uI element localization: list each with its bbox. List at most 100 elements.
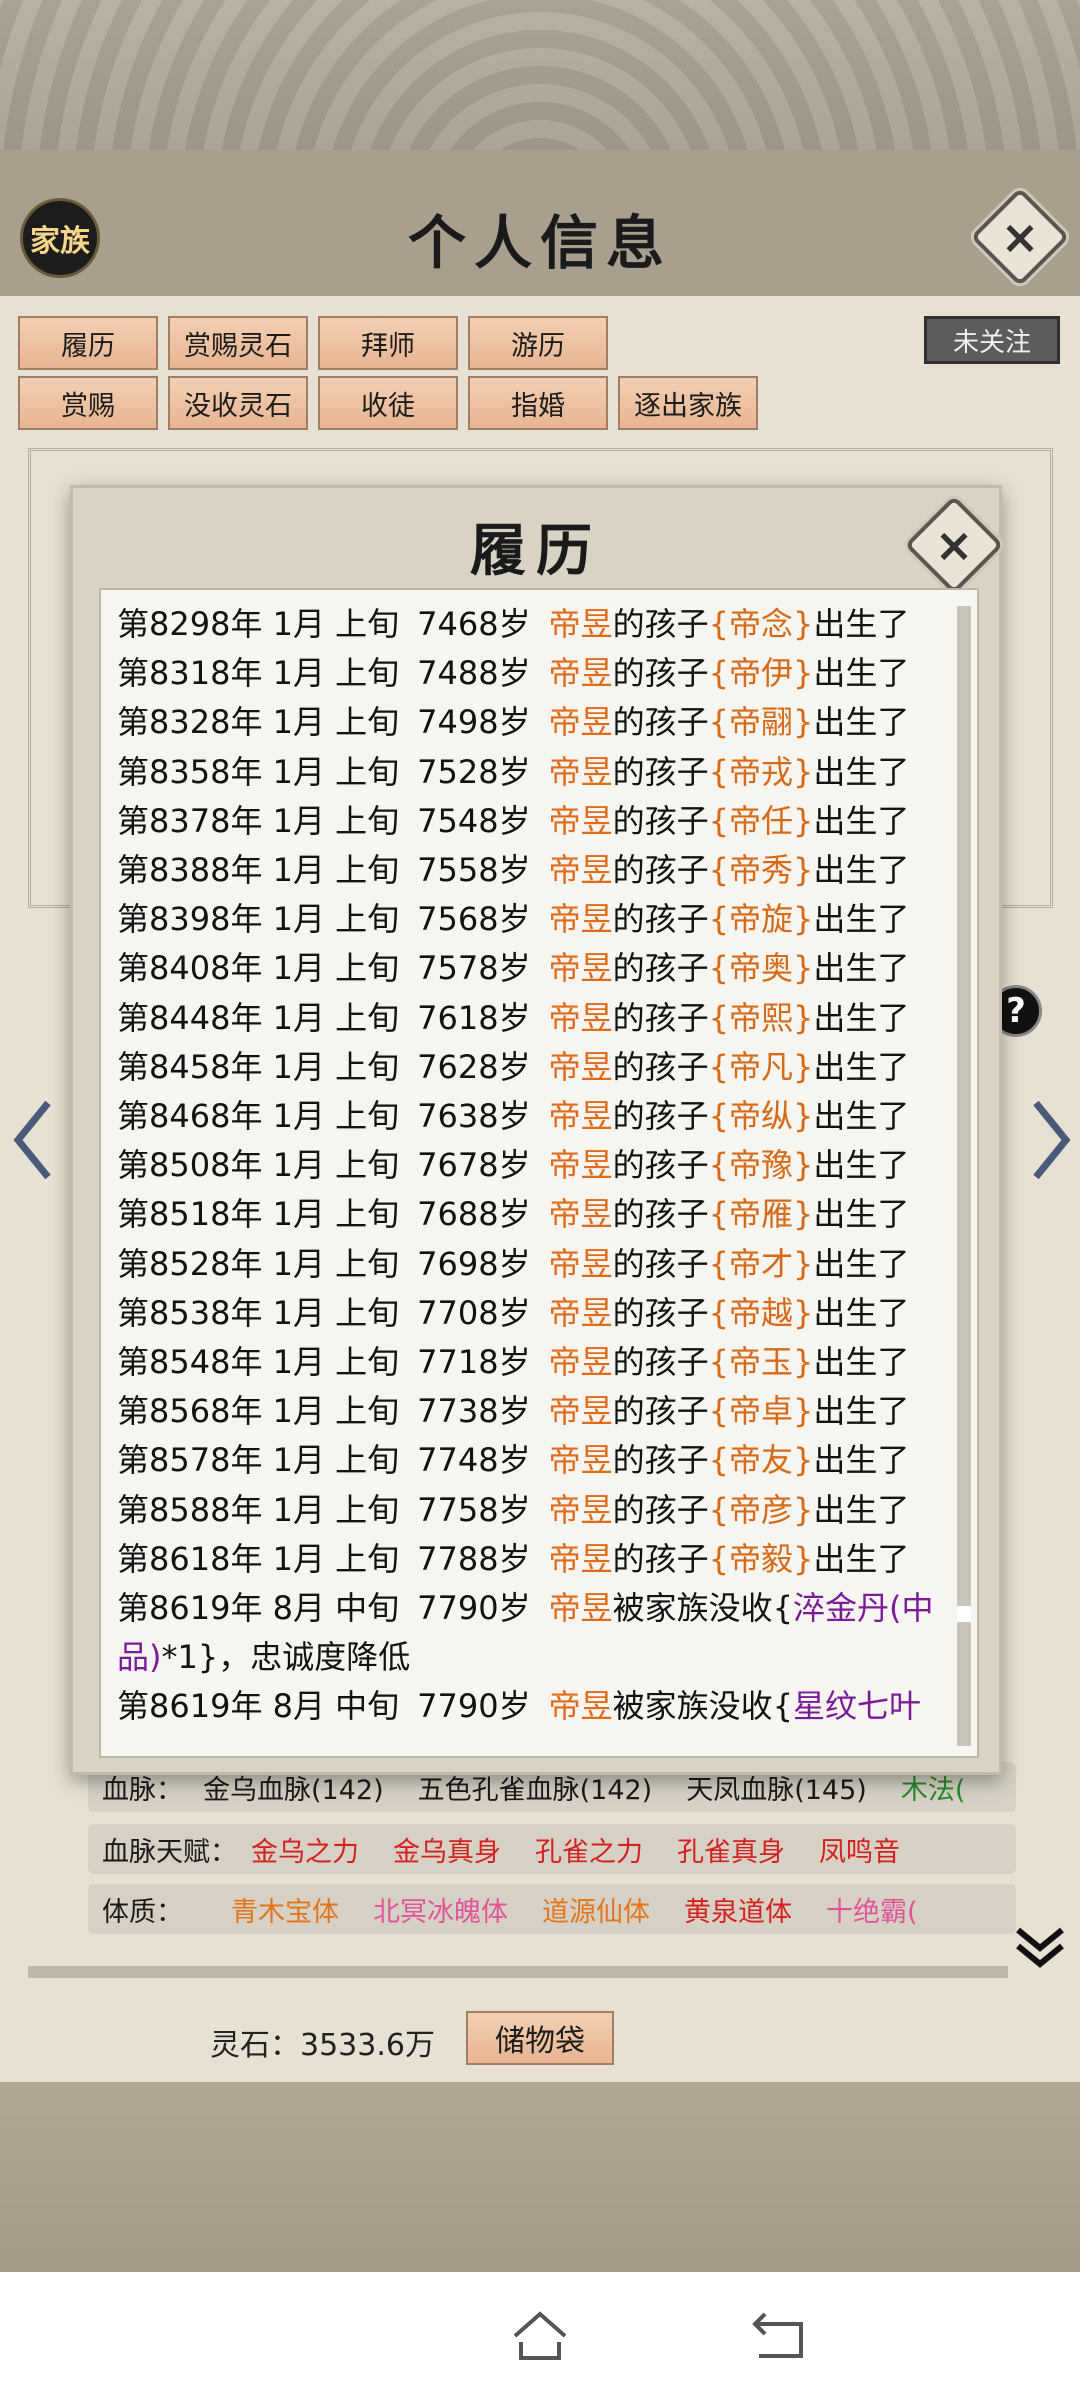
log-age: 7678岁 xyxy=(417,1146,531,1185)
log-name: 帝昱 xyxy=(548,605,613,643)
log-age: 7528岁 xyxy=(417,752,531,791)
log-text: 的孩子 xyxy=(612,1490,709,1529)
history-modal: 履历 × 第8298年 1月 上旬 7468岁 帝昱的孩子{帝念}出生了 第8318年… xyxy=(70,485,1004,1775)
take-apprentice-button[interactable]: 收徒 xyxy=(318,376,458,430)
log-entry-confiscation: 第8619年 8月 中旬 7790岁 帝昱被家族没收{淬金丹(中品)*1}，忠诚度降… xyxy=(117,1584,947,1682)
storage-bag-button[interactable]: 储物袋 xyxy=(466,2011,614,2065)
log-age: 7578岁 xyxy=(417,949,531,988)
scrollbar-thumb[interactable] xyxy=(957,1606,971,1622)
expel-button[interactable]: 逐出家族 xyxy=(618,376,758,430)
log-date: 第8448年 1月 上旬 xyxy=(117,998,400,1037)
log-date: 第8619年 8月 中旬 xyxy=(117,1687,400,1726)
next-arrow-icon[interactable] xyxy=(1026,1095,1076,1185)
log-end: 出生了 xyxy=(813,1490,910,1529)
log-end: 出生了 xyxy=(813,1244,910,1283)
vertical-scrollbar[interactable] xyxy=(957,606,971,1746)
log-child: {帝念} xyxy=(708,605,814,643)
log-date: 第8458年 1月 上旬 xyxy=(117,1047,400,1086)
family-badge-button[interactable]: 家族 xyxy=(20,198,100,278)
log-end: 出生了 xyxy=(813,703,910,742)
log-age: 7548岁 xyxy=(417,801,531,840)
home-icon[interactable] xyxy=(505,2302,575,2372)
physique-item: 黄泉道体 xyxy=(684,1896,792,1928)
log-child: {帝豫} xyxy=(708,1146,814,1185)
log-age: 7788岁 xyxy=(417,1539,531,1578)
bottom-decoration xyxy=(0,2082,1080,2272)
system-nav-bar xyxy=(0,2272,1080,2400)
log-child: {帝凡} xyxy=(708,1047,814,1086)
log-child: {帝卓} xyxy=(708,1392,814,1431)
physique-label: 体质： xyxy=(102,1896,183,1928)
log-text: 的孩子 xyxy=(612,851,709,890)
log-age: 7758岁 xyxy=(417,1490,531,1529)
close-icon: × xyxy=(934,518,974,572)
log-child: {帝旋} xyxy=(708,900,814,939)
log-end: 出生了 xyxy=(813,1343,910,1382)
log-entry: 第8528年 1月 上旬 7698岁 帝昱的孩子{帝才}出生了 xyxy=(117,1240,947,1289)
follow-button[interactable]: 未关注 xyxy=(924,316,1060,364)
talent-item: 金乌真身 xyxy=(393,1836,501,1868)
log-age: 7748岁 xyxy=(417,1441,531,1480)
talent-row: 血脉天赋： 金乌之力 金乌真身 孔雀之力 孔雀真身 凤鸣音 xyxy=(88,1824,1016,1874)
log-entry: 第8508年 1月 上旬 7678岁 帝昱的孩子{帝豫}出生了 xyxy=(117,1141,947,1190)
log-age: 7790岁 xyxy=(417,1687,531,1726)
log-name: 帝昱 xyxy=(548,1195,613,1234)
modal-title: 履历 xyxy=(470,518,602,584)
log-end: 出生了 xyxy=(813,1146,910,1185)
log-text: 的孩子 xyxy=(612,1195,709,1234)
log-list: 第8298年 1月 上旬 7468岁 帝昱的孩子{帝念}出生了 第8318年 1月 上… xyxy=(117,600,947,1750)
log-end: 出生了 xyxy=(813,1539,910,1578)
log-date: 第8318年 1月 上旬 xyxy=(117,654,400,693)
history-button[interactable]: 履历 xyxy=(18,316,158,370)
talent-item: 凤鸣音 xyxy=(819,1836,900,1868)
log-name: 帝昱 xyxy=(548,851,613,890)
history-log[interactable]: 第8298年 1月 上旬 7468岁 帝昱的孩子{帝念}出生了 第8318年 1月 上… xyxy=(99,588,979,1758)
log-end: *1}，忠诚度降低 xyxy=(161,1638,411,1677)
spirit-stone-count: 灵石：3533.6万 xyxy=(210,2028,435,2063)
expand-chevron-icon[interactable] xyxy=(1012,1916,1068,1972)
log-entry: 第8568年 1月 上旬 7738岁 帝昱的孩子{帝卓}出生了 xyxy=(117,1387,947,1436)
log-text: 的孩子 xyxy=(612,1392,709,1431)
log-name: 帝昱 xyxy=(548,801,613,840)
log-age: 7628岁 xyxy=(417,1047,531,1086)
log-text: 的孩子 xyxy=(612,1293,709,1332)
log-name: 帝昱 xyxy=(548,1539,613,1578)
log-name: 帝昱 xyxy=(548,1589,613,1628)
log-name: 帝昱 xyxy=(548,703,613,742)
log-entry: 第8318年 1月 上旬 7488岁 帝昱的孩子{帝伊}出生了 xyxy=(117,649,947,698)
log-text: 的孩子 xyxy=(612,1146,709,1185)
arrange-marriage-button[interactable]: 指婚 xyxy=(468,376,608,430)
log-entry-confiscation: 第8619年 8月 中旬 7790岁 帝昱被家族没收{星纹七叶 xyxy=(117,1682,947,1731)
log-item: 星纹七叶 xyxy=(793,1687,922,1726)
log-date: 第8528年 1月 上旬 xyxy=(117,1244,400,1283)
reward-button[interactable]: 赏赐 xyxy=(18,376,158,430)
log-date: 第8328年 1月 上旬 xyxy=(117,703,400,742)
apprentice-button[interactable]: 拜师 xyxy=(318,316,458,370)
log-age: 7790岁 xyxy=(417,1589,531,1628)
back-icon[interactable] xyxy=(745,2302,815,2372)
log-date: 第8388年 1月 上旬 xyxy=(117,851,400,890)
log-end: 出生了 xyxy=(813,654,910,693)
log-date: 第8298年 1月 上旬 xyxy=(117,605,400,643)
physique-row: 体质： 青木宝体 北冥冰魄体 道源仙体 黄泉道体 十绝霸( xyxy=(88,1884,1016,1934)
log-text: 的孩子 xyxy=(612,949,709,988)
travel-button[interactable]: 游历 xyxy=(468,316,608,370)
log-end: 出生了 xyxy=(813,1293,910,1332)
talent-label: 血脉天赋： xyxy=(102,1836,237,1868)
log-child: {帝彦} xyxy=(708,1490,814,1529)
log-entry: 第8388年 1月 上旬 7558岁 帝昱的孩子{帝秀}出生了 xyxy=(117,846,947,895)
confiscate-stones-button[interactable]: 没收灵石 xyxy=(168,376,308,430)
log-name: 帝昱 xyxy=(548,1097,613,1136)
log-age: 7638岁 xyxy=(417,1097,531,1136)
horizontal-scrollbar[interactable] xyxy=(28,1966,1008,1978)
log-age: 7708岁 xyxy=(417,1293,531,1332)
previous-arrow-icon[interactable] xyxy=(8,1095,58,1185)
log-name: 帝昱 xyxy=(548,1293,613,1332)
reward-stones-button[interactable]: 赏赐灵石 xyxy=(168,316,308,370)
log-text: 的孩子 xyxy=(612,1343,709,1382)
log-name: 帝昱 xyxy=(548,998,613,1037)
log-age: 7568岁 xyxy=(417,900,531,939)
log-child: {帝纵} xyxy=(708,1097,814,1136)
log-entry: 第8588年 1月 上旬 7758岁 帝昱的孩子{帝彦}出生了 xyxy=(117,1486,947,1535)
log-age: 7718岁 xyxy=(417,1343,531,1382)
